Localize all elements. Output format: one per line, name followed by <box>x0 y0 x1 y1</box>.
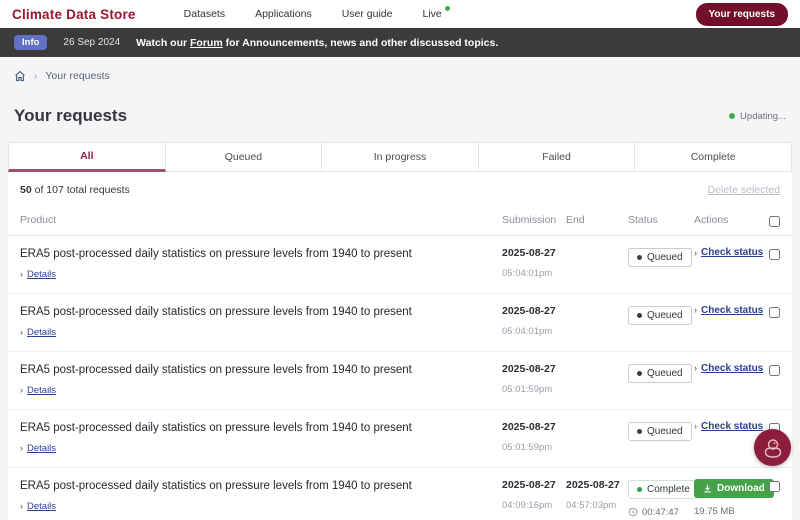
chevron-right-icon: › <box>694 421 697 432</box>
submission-time: 05:01:59pm <box>502 383 553 395</box>
tab-in-progress[interactable]: In progress <box>322 142 479 172</box>
table-row: ERA5 post-processed daily statistics on … <box>8 468 792 520</box>
chevron-right-icon: › <box>20 385 23 396</box>
support-duck-widget[interactable] <box>754 429 791 466</box>
nav-datasets[interactable]: Datasets <box>184 8 225 20</box>
main-nav: Datasets Applications User guide Live <box>184 6 450 20</box>
row-checkbox[interactable] <box>769 306 780 318</box>
status-dot-icon <box>637 312 642 318</box>
col-actions: Actions <box>694 214 729 226</box>
select-all-checkbox[interactable] <box>769 216 780 227</box>
col-submission: Submission <box>502 214 557 226</box>
tab-failed[interactable]: Failed <box>478 142 636 172</box>
details-link[interactable]: Details <box>27 385 56 396</box>
status-badge: Complete <box>628 479 699 499</box>
download-icon <box>704 484 711 493</box>
check-status-link[interactable]: Check status <box>701 363 763 374</box>
status-dot-icon <box>637 370 642 376</box>
chevron-right-icon: › <box>694 305 697 316</box>
info-badge: Info <box>14 35 48 50</box>
col-end: End <box>566 214 585 226</box>
duration: 00:47:47 <box>628 507 694 518</box>
status-dot-icon <box>637 428 642 434</box>
col-product: Product <box>20 214 57 226</box>
page-title: Your requests <box>14 106 128 125</box>
submission-time: 05:01:59pm <box>502 441 553 453</box>
submission-date: 2025-08-27 <box>502 478 556 491</box>
check-status-link[interactable]: Check status <box>701 421 763 432</box>
check-status-link[interactable]: Check status <box>701 305 763 316</box>
nav-live[interactable]: Live <box>422 6 450 20</box>
chevron-right-icon: › <box>20 327 23 338</box>
end-time: 04:57:03pm <box>566 499 617 511</box>
top-navbar: Climate Data Store Datasets Applications… <box>0 0 800 28</box>
product-title: ERA5 post-processed daily statistics on … <box>20 248 412 260</box>
details-link[interactable]: Details <box>27 327 56 338</box>
col-status: Status <box>628 214 658 226</box>
product-title: ERA5 post-processed daily statistics on … <box>20 363 412 376</box>
status-dot-icon <box>637 255 642 260</box>
product-title: ERA5 post-processed daily statistics on … <box>20 421 412 434</box>
clock-icon <box>628 508 638 517</box>
banner-message: Watch our Forum for Announcements, news … <box>136 36 499 49</box>
status-badge: Queued <box>628 305 692 325</box>
status-dot-icon <box>637 486 642 492</box>
table-row: ERA5 post-processed daily statistics on … <box>8 236 792 294</box>
tab-complete[interactable]: Complete <box>635 142 792 172</box>
details-link[interactable]: Details <box>27 443 56 454</box>
forum-link[interactable]: Forum <box>190 37 223 49</box>
breadcrumb-separator-icon: › <box>34 70 38 82</box>
file-size: 19.75 MB <box>694 505 735 517</box>
submission-time: 05:04:01pm <box>502 325 553 337</box>
chevron-right-icon: › <box>20 269 23 280</box>
chevron-right-icon: › <box>20 443 23 454</box>
status-tabs: All Queued In progress Failed Complete <box>8 142 792 172</box>
tab-all[interactable]: All <box>8 142 166 172</box>
row-checkbox[interactable] <box>769 364 780 376</box>
nav-user-guide[interactable]: User guide <box>342 8 393 20</box>
submission-time: 04:09:16pm <box>502 499 553 511</box>
requests-count: 50 of 107 total requests <box>20 184 130 196</box>
chevron-right-icon: › <box>694 363 697 374</box>
status-badge: Queued <box>628 248 692 267</box>
status-badge: Queued <box>628 363 692 383</box>
delete-selected-link[interactable]: Delete selected <box>708 184 780 196</box>
live-status-dot <box>444 6 450 11</box>
updating-status-dot <box>729 113 736 119</box>
submission-date: 2025-08-27 <box>502 362 556 375</box>
tab-queued[interactable]: Queued <box>165 142 323 172</box>
product-title: ERA5 post-processed daily statistics on … <box>20 479 412 492</box>
details-link[interactable]: Details <box>27 501 56 512</box>
chevron-right-icon: › <box>20 501 23 512</box>
requests-card: 50 of 107 total requests Delete selected… <box>8 172 792 520</box>
check-status-link[interactable]: Check status <box>701 247 763 258</box>
updating-status: Updating... <box>729 111 786 122</box>
breadcrumb: › Your requests <box>0 57 800 86</box>
product-title: ERA5 post-processed daily statistics on … <box>20 305 412 318</box>
nav-applications[interactable]: Applications <box>255 8 312 20</box>
end-date: 2025-08-27 <box>566 478 620 491</box>
details-link[interactable]: Details <box>27 269 56 280</box>
home-icon[interactable] <box>14 70 26 82</box>
info-banner: Info 26 Sep 2024 Watch our Forum for Ann… <box>0 28 800 57</box>
submission-date: 2025-08-27 <box>502 420 556 433</box>
row-checkbox[interactable] <box>769 249 780 260</box>
table-row: ERA5 post-processed daily statistics on … <box>8 352 792 410</box>
submission-time: 05:04:01pm <box>502 268 553 279</box>
table-header: Product Submission End Status Actions <box>8 206 792 236</box>
site-logo[interactable]: Climate Data Store <box>12 7 136 22</box>
submission-date: 2025-08-27 <box>502 247 556 259</box>
banner-date: 26 Sep 2024 <box>63 37 121 48</box>
table-row: ERA5 post-processed daily statistics on … <box>8 410 792 468</box>
breadcrumb-current: Your requests <box>45 70 110 82</box>
row-checkbox[interactable] <box>769 480 780 492</box>
status-badge: Queued <box>628 421 692 441</box>
your-requests-button[interactable]: Your requests <box>695 2 788 26</box>
duck-icon <box>764 438 781 458</box>
table-row: ERA5 post-processed daily statistics on … <box>8 294 792 352</box>
chevron-right-icon: › <box>694 247 697 258</box>
submission-date: 2025-08-27 <box>502 304 556 317</box>
